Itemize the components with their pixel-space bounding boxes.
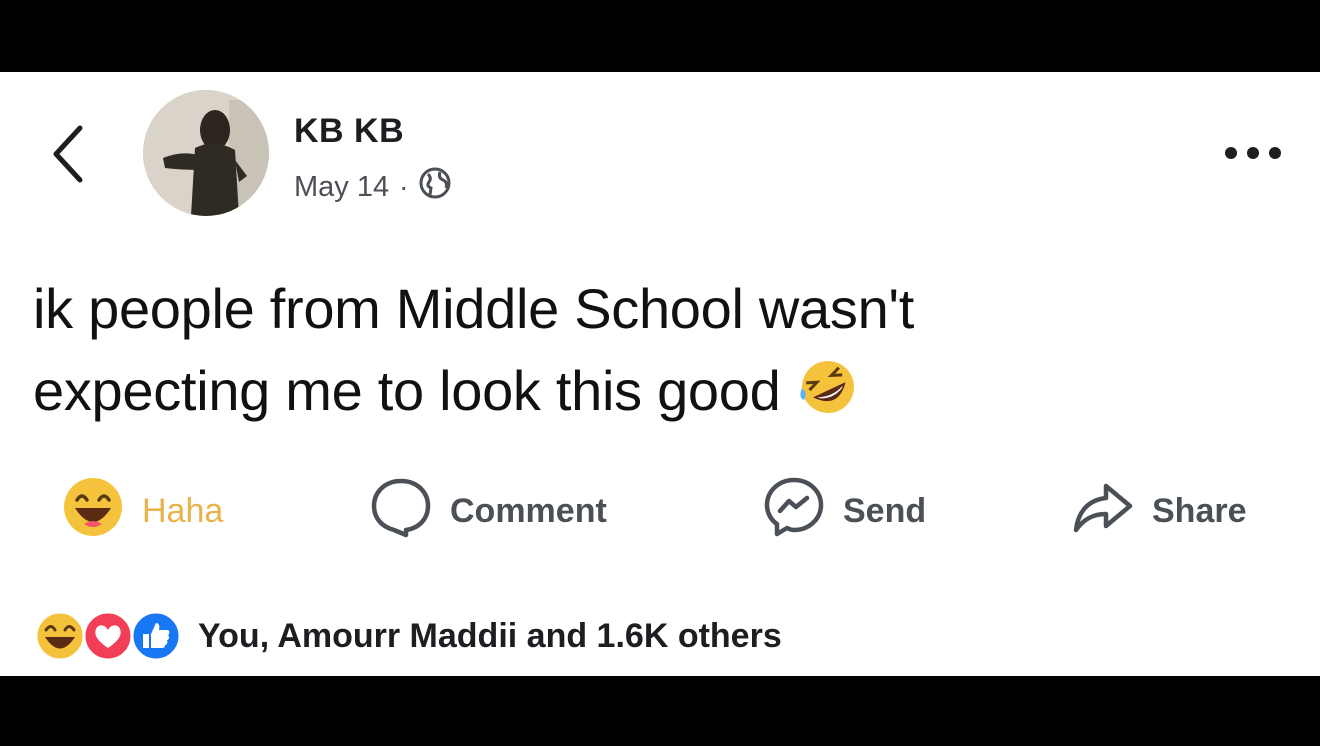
haha-icon bbox=[62, 476, 124, 547]
back-arrow-icon[interactable] bbox=[44, 124, 92, 184]
rolling-laughing-emoji-icon bbox=[796, 356, 860, 438]
post-meta: May 14 · bbox=[294, 166, 452, 208]
reaction-icons bbox=[34, 610, 184, 662]
post-text-line-2-content: expecting me to look this good bbox=[33, 359, 781, 422]
comment-icon bbox=[370, 476, 432, 547]
post-date[interactable]: May 14 bbox=[294, 171, 389, 204]
share-label: Share bbox=[1152, 491, 1247, 530]
more-options-icon[interactable] bbox=[1222, 144, 1284, 162]
post-card: KB KB May 14 · ik people from Middle Sch… bbox=[0, 72, 1320, 676]
share-icon bbox=[1072, 476, 1134, 547]
send-button[interactable]: Send bbox=[763, 476, 926, 546]
post-text-line-2: expecting me to look this good bbox=[33, 350, 1183, 438]
post-text-line-1: ik people from Middle School wasn't bbox=[33, 277, 915, 340]
avatar[interactable] bbox=[143, 90, 269, 216]
globe-icon bbox=[418, 166, 452, 208]
post-text: ik people from Middle School wasn't expe… bbox=[33, 268, 1183, 438]
reactions-summary[interactable]: You, Amourr Maddii and 1.6K others bbox=[34, 606, 782, 666]
reactions-summary-text[interactable]: You, Amourr Maddii and 1.6K others bbox=[198, 617, 782, 656]
like-icon bbox=[130, 610, 182, 667]
author-name[interactable]: KB KB bbox=[294, 112, 404, 151]
messenger-icon bbox=[763, 476, 825, 547]
meta-separator: · bbox=[399, 171, 409, 202]
comment-button[interactable]: Comment bbox=[370, 476, 607, 546]
share-button[interactable]: Share bbox=[1072, 476, 1247, 546]
haha-icon bbox=[34, 610, 86, 667]
comment-label: Comment bbox=[450, 491, 607, 530]
send-label: Send bbox=[843, 491, 927, 530]
haha-reaction-button[interactable]: Haha bbox=[62, 476, 223, 546]
haha-label: Haha bbox=[142, 491, 224, 530]
love-icon bbox=[82, 610, 134, 667]
action-bar: Haha Comment Send Share bbox=[0, 476, 1320, 546]
